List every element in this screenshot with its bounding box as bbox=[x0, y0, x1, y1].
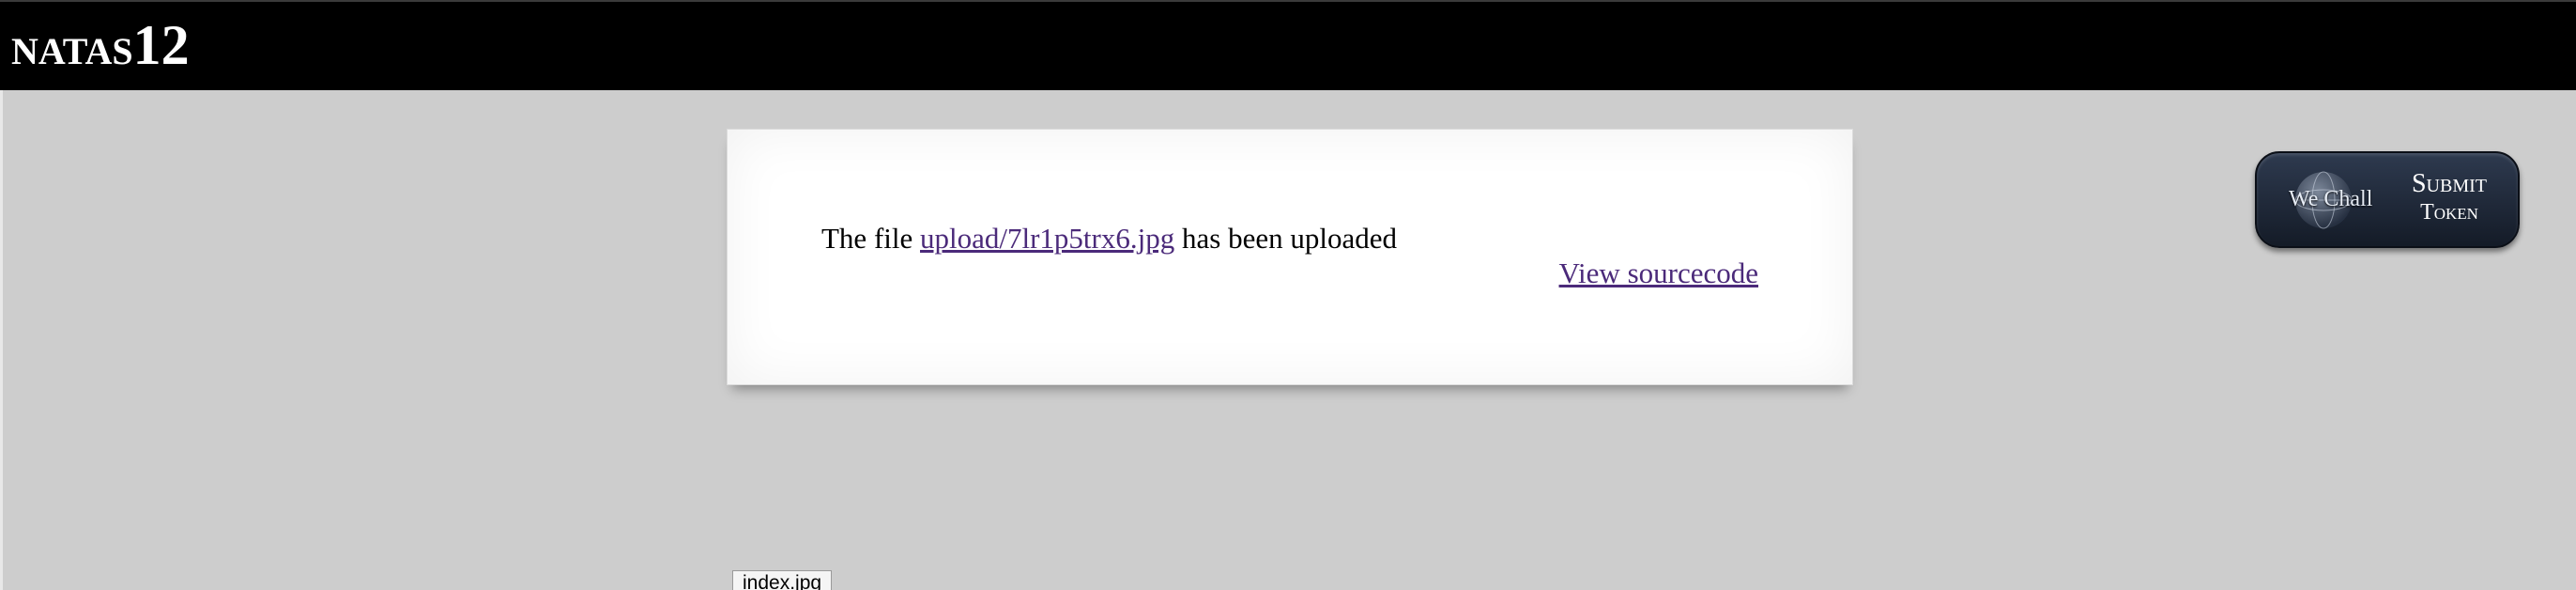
view-sourcecode-link[interactable]: View sourcecode bbox=[1559, 256, 1758, 290]
message-suffix: has been uploaded bbox=[1174, 222, 1397, 255]
page-edge bbox=[0, 90, 3, 590]
page-title: NATAS12 bbox=[11, 17, 190, 73]
content-card: The file upload/7lr1p5trx6.jpg has been … bbox=[727, 129, 1853, 385]
submit-label: Submit bbox=[2411, 169, 2487, 198]
uploaded-file-link[interactable]: upload/7lr1p5trx6.jpg bbox=[920, 222, 1174, 255]
file-tooltip: index.jpg bbox=[732, 570, 833, 590]
title-number: 12 bbox=[132, 14, 190, 76]
token-label: Token bbox=[2420, 200, 2478, 225]
wechall-submit-token-button[interactable]: We Chall Submit Token bbox=[2255, 151, 2520, 248]
submit-token-label: Submit Token bbox=[2398, 170, 2501, 226]
title-name: NATAS bbox=[11, 30, 133, 72]
upload-message: The file upload/7lr1p5trx6.jpg has been … bbox=[821, 222, 1397, 256]
message-prefix: The file bbox=[821, 222, 921, 255]
wechall-logo-text: We Chall bbox=[2289, 187, 2373, 211]
page-header: NATAS12 bbox=[0, 0, 2576, 90]
